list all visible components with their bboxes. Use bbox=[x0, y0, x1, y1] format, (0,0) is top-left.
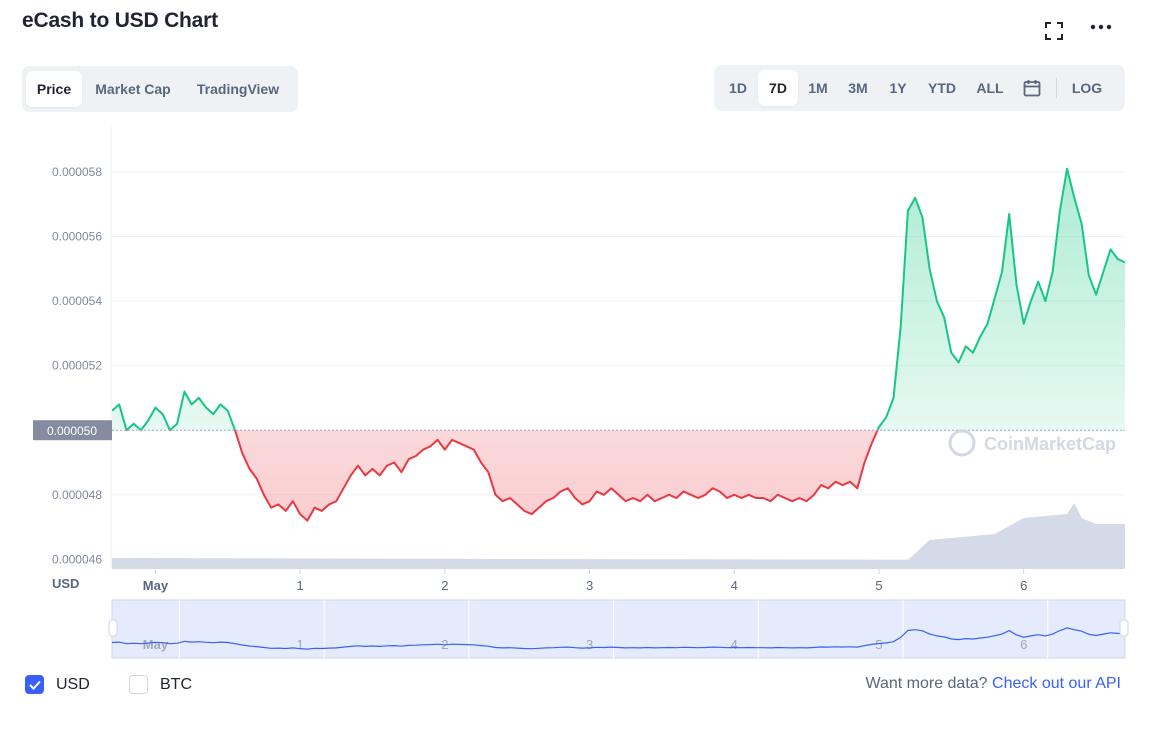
y-axis-unit-label: USD bbox=[52, 576, 79, 591]
navigator-handle-left[interactable] bbox=[108, 619, 118, 637]
y-tick-label: 0.000048 bbox=[52, 488, 102, 502]
legend-usd[interactable]: USD bbox=[25, 675, 90, 694]
x-tick-label: 2 bbox=[441, 578, 448, 593]
check-icon bbox=[28, 680, 41, 690]
more-data-note: Want more data? Check out our API bbox=[865, 675, 1121, 693]
watermark: CoinMarketCap bbox=[984, 434, 1116, 454]
x-tick-label: 5 bbox=[875, 578, 882, 593]
x-tick-label: 3 bbox=[586, 578, 593, 593]
price-chart[interactable]: 0.000046 0.000048 0.000050 0.000052 0.000054… bbox=[0, 0, 1163, 670]
y-tick-label: 0.000056 bbox=[52, 230, 102, 244]
navigator-tick-label: 6 bbox=[1020, 637, 1027, 652]
y-tick-label: 0.000052 bbox=[52, 359, 102, 373]
y-tick-label: 0.000058 bbox=[52, 165, 102, 179]
navigator-tick-label: May bbox=[143, 637, 169, 652]
btc-label: BTC bbox=[160, 675, 192, 693]
legend-btc[interactable]: BTC bbox=[129, 675, 192, 694]
navigator-handle-right[interactable] bbox=[1119, 619, 1129, 637]
coinmarketcap-logo-icon bbox=[948, 429, 976, 457]
y-tick-label: 0.000046 bbox=[52, 552, 102, 566]
navigator-tick-label: 5 bbox=[875, 637, 882, 652]
y-tick-label: 0.000054 bbox=[52, 294, 102, 308]
x-tick-label: 1 bbox=[297, 578, 304, 593]
x-tick-label: 6 bbox=[1020, 578, 1027, 593]
x-tick-label: May bbox=[143, 578, 169, 593]
navigator-background bbox=[111, 599, 1126, 659]
btc-checkbox[interactable] bbox=[129, 675, 148, 694]
navigator-tick-label: 1 bbox=[297, 637, 304, 652]
api-link[interactable]: Check out our API bbox=[992, 675, 1121, 692]
navigator-tick-label: 4 bbox=[731, 637, 738, 652]
baseline-label: 0.000050 bbox=[47, 424, 97, 438]
x-tick-label: 4 bbox=[731, 578, 738, 593]
usd-checkbox[interactable] bbox=[25, 675, 44, 694]
area-below-baseline bbox=[112, 430, 1125, 521]
navigator-tick-label: 3 bbox=[586, 637, 593, 652]
more-data-prompt: Want more data? bbox=[865, 675, 988, 692]
usd-label: USD bbox=[56, 675, 90, 693]
